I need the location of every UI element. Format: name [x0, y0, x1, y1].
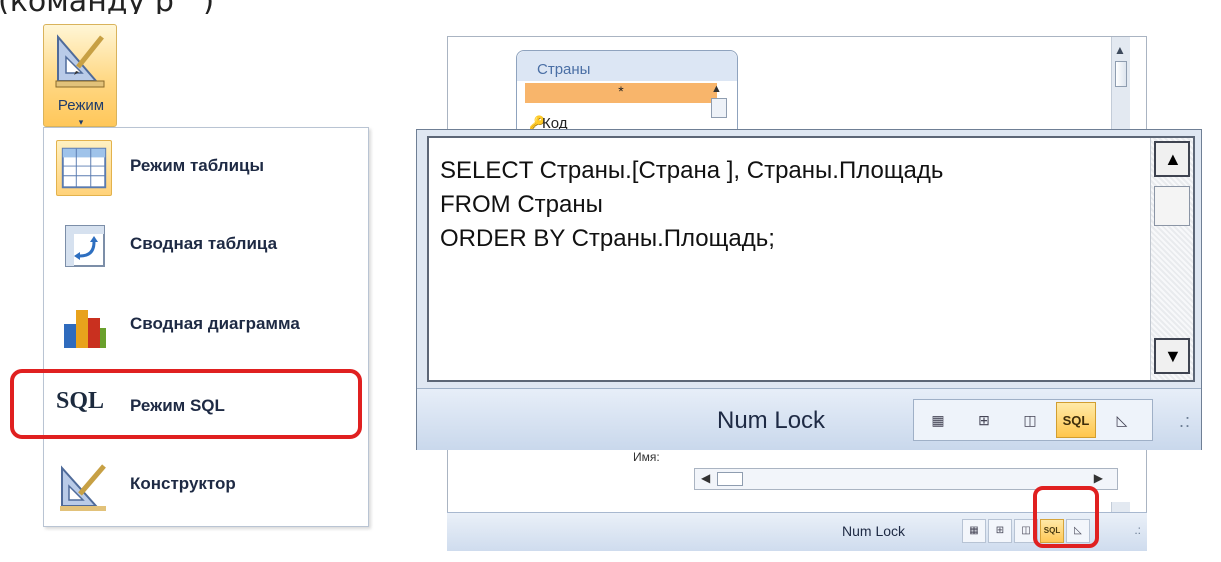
menu-item-label: Сводная диаграмма — [130, 314, 300, 333]
menu-item-pivot-chart[interactable]: Сводная диаграмма — [52, 294, 362, 358]
scroll-up-icon[interactable]: ▲ — [711, 83, 727, 95]
pivot-table-icon[interactable]: ⊞ — [988, 519, 1012, 543]
view-buttons: ▦ ⊞ ◫ SQL ◺ — [913, 399, 1153, 441]
pivot-table-icon — [65, 225, 105, 267]
design-view-icon — [55, 34, 105, 88]
num-lock-indicator: Num Lock — [717, 407, 826, 434]
sql-button-highlight — [1033, 486, 1099, 548]
scroll-thumb[interactable] — [1154, 186, 1190, 226]
scroll-down-icon: ▼ — [1164, 346, 1182, 366]
sql-vertical-scrollbar[interactable]: ▲ ▼ — [1150, 138, 1193, 380]
scroll-thumb[interactable] — [711, 98, 727, 118]
pivot-table-icon[interactable]: ⊞ — [964, 402, 1004, 438]
menu-item-label: Сводная таблица — [130, 234, 278, 253]
status-bar: Num Lock ▦ ⊞ ◫ SQL ◺ .: — [417, 388, 1201, 450]
scroll-right-icon[interactable]: ▶ — [1094, 471, 1103, 485]
mode-button[interactable]: Режим ▾ — [43, 24, 117, 127]
design-view-icon — [60, 464, 106, 511]
datasheet-view-icon — [56, 140, 112, 196]
menu-item-label: Режим таблицы — [130, 156, 265, 175]
sql-line: FROM Страны — [440, 191, 603, 218]
datasheet-view-icon[interactable]: ▦ — [918, 402, 958, 438]
pivot-chart-icon — [64, 310, 106, 348]
pivot-chart-icon[interactable]: ◫ — [1010, 402, 1050, 438]
num-lock-indicator: Num Lock — [842, 523, 906, 539]
sql-view-panel: SELECT Страны.[Страна ], Страны.Площадь F… — [416, 129, 1202, 450]
resize-grip-icon[interactable]: .: — [1134, 523, 1141, 537]
menu-item-label: Конструктор — [130, 474, 236, 493]
menu-item-pivot-table[interactable]: Сводная таблица — [52, 214, 362, 278]
sql-query-text[interactable]: SELECT Страны.[Страна ], Страны.Площадь F… — [440, 154, 943, 256]
view-mode-menu: Режим таблицы Сводная таблица Сводная ди… — [43, 127, 369, 527]
scroll-left-icon[interactable]: ◀ — [701, 471, 710, 485]
scroll-thumb[interactable] — [717, 472, 743, 486]
menu-item-design-view[interactable]: Конструктор — [52, 454, 362, 518]
scroll-up-icon: ▲ — [1164, 149, 1182, 169]
sql-line: SELECT Страны.[Страна ], Страны.Площадь — [440, 157, 944, 184]
scroll-thumb[interactable] — [1115, 61, 1127, 87]
mode-button-label: Режим — [57, 97, 105, 114]
sql-view-button[interactable]: SQL — [1056, 402, 1096, 438]
resize-grip-icon[interactable]: .: — [1179, 411, 1191, 432]
grid-row-label: Имя: — [633, 450, 660, 464]
datasheet-view-icon[interactable]: ▦ — [962, 519, 986, 543]
sql-menu-highlight — [10, 369, 362, 439]
design-view-icon[interactable]: ◺ — [1102, 402, 1142, 438]
scroll-up-button[interactable]: ▲ — [1154, 141, 1190, 177]
scroll-up-icon[interactable]: ▲ — [1114, 43, 1126, 57]
field-all[interactable]: * — [525, 83, 717, 103]
table-name: Страны — [537, 61, 591, 78]
cropped-heading-strip: (ко­­ман­­ду­ ­р­ ­ ­ ) — [0, 0, 1221, 14]
sql-editor[interactable]: SELECT Страны.[Страна ], Страны.Площадь F… — [427, 136, 1195, 382]
scroll-down-button[interactable]: ▼ — [1154, 338, 1190, 374]
menu-item-datasheet-view[interactable]: Режим таблицы — [52, 136, 362, 200]
sql-line: ORDER BY Страны.Площадь; — [440, 225, 775, 252]
